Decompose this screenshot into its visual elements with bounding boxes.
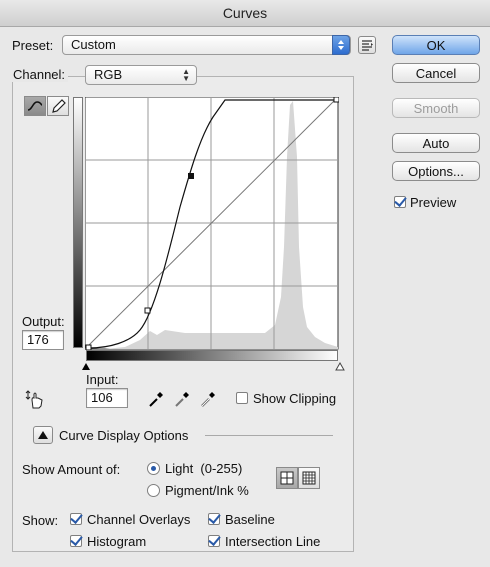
white-point-slider[interactable] bbox=[335, 362, 345, 371]
light-label: Light (0-255) bbox=[165, 461, 243, 476]
show-amount-label: Show Amount of: bbox=[22, 462, 121, 477]
baseline-checkbox[interactable] bbox=[208, 513, 220, 525]
curve-display-options-label: Curve Display Options bbox=[59, 428, 189, 443]
ok-button[interactable]: OK bbox=[392, 35, 480, 55]
channel-value: RGB bbox=[94, 67, 123, 82]
curve-point-white[interactable] bbox=[333, 97, 339, 103]
curve-point-icon[interactable] bbox=[24, 96, 46, 116]
input-label: Input: bbox=[86, 372, 119, 387]
input-field[interactable]: 106 bbox=[86, 388, 128, 408]
cancel-button[interactable]: Cancel bbox=[392, 63, 480, 83]
show-clipping-checkbox[interactable] bbox=[236, 392, 248, 404]
curve-point-selected[interactable] bbox=[188, 173, 194, 179]
intersection-line-label: Intersection Line bbox=[225, 534, 321, 549]
show-clipping-label: Show Clipping bbox=[253, 391, 337, 406]
histogram-label: Histogram bbox=[87, 534, 147, 549]
pencil-icon[interactable] bbox=[47, 96, 69, 116]
preview-checkbox[interactable] bbox=[394, 196, 406, 208]
black-eyedropper-icon[interactable] bbox=[147, 390, 165, 408]
pigment-label: Pigment/Ink % bbox=[165, 483, 249, 498]
preset-stepper-icon bbox=[332, 35, 350, 55]
window-title: Curves bbox=[222, 5, 268, 21]
channel-overlays-label: Channel Overlays bbox=[87, 512, 191, 527]
channel-select-arrows-icon: ▲ ▼ bbox=[182, 67, 190, 83]
show-label: Show: bbox=[22, 513, 59, 528]
options-button[interactable]: Options... bbox=[392, 161, 480, 181]
black-point-slider[interactable] bbox=[82, 363, 90, 370]
white-eyedropper-icon[interactable] bbox=[199, 390, 217, 408]
pigment-radio[interactable] bbox=[147, 484, 160, 497]
preset-label: Preset: bbox=[12, 38, 54, 53]
hand-adjust-icon[interactable] bbox=[24, 388, 46, 410]
preset-value: Custom bbox=[71, 37, 116, 52]
intersection-line-checkbox[interactable] bbox=[208, 535, 220, 547]
gray-eyedropper-icon[interactable] bbox=[173, 390, 191, 408]
list-menu-icon[interactable] bbox=[358, 36, 376, 54]
auto-button[interactable]: Auto bbox=[392, 133, 480, 153]
preset-select[interactable]: Custom bbox=[62, 35, 351, 55]
smooth-button[interactable]: Smooth bbox=[392, 98, 480, 118]
channel-overlays-checkbox[interactable] bbox=[70, 513, 82, 525]
light-radio[interactable] bbox=[147, 462, 160, 475]
divider bbox=[205, 435, 333, 436]
channel-select[interactable]: RGB ▲ ▼ bbox=[85, 65, 197, 85]
channel-label: Channel: bbox=[10, 67, 69, 82]
output-gradient-bar bbox=[73, 97, 83, 348]
output-field[interactable]: 176 bbox=[22, 330, 64, 350]
disclosure-triangle-icon[interactable] bbox=[33, 426, 53, 444]
input-gradient-bar bbox=[86, 350, 338, 361]
curve-point[interactable] bbox=[144, 307, 151, 314]
title-bar: Curves bbox=[0, 0, 490, 27]
output-label: Output: bbox=[22, 314, 65, 329]
preview-label: Preview bbox=[410, 195, 457, 210]
histogram-checkbox[interactable] bbox=[70, 535, 82, 547]
baseline-label: Baseline bbox=[225, 512, 275, 527]
input-sliders bbox=[82, 362, 345, 371]
grid-10-icon[interactable] bbox=[298, 467, 320, 489]
curve-graph[interactable] bbox=[85, 97, 339, 350]
grid-4-icon[interactable] bbox=[276, 467, 298, 489]
